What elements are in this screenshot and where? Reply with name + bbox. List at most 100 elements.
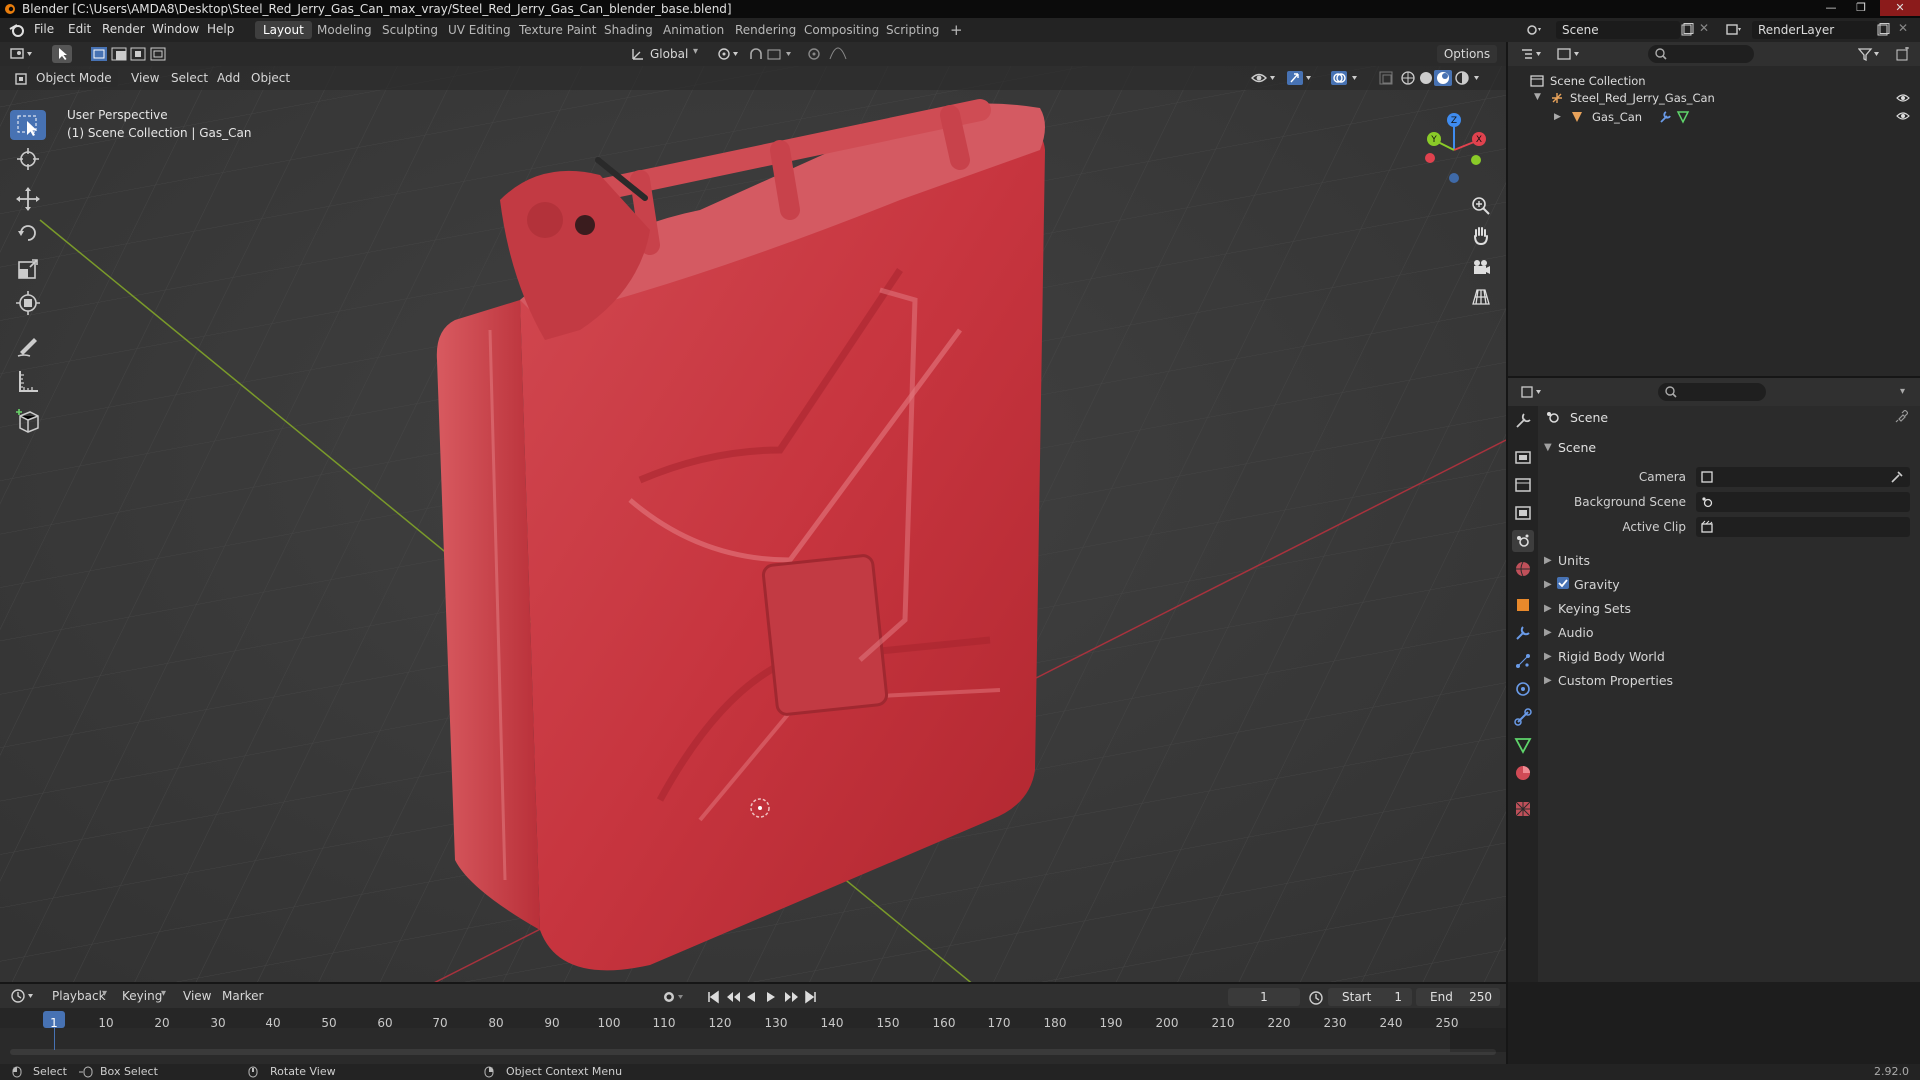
tab-modeling[interactable]: Modeling [309, 21, 380, 39]
collapsed-arrow-icon[interactable]: ▶ [1544, 579, 1552, 590]
timeline-scrollbar[interactable] [10, 1049, 1496, 1055]
remove-scene-icon[interactable]: ✕ [1699, 21, 1709, 35]
scene-section-header[interactable]: Scene [1558, 440, 1596, 455]
scene-name-field[interactable]: Scene [1556, 21, 1680, 39]
menu-object[interactable]: Object [251, 69, 290, 87]
tool-cursor[interactable] [10, 144, 46, 174]
data-tab-icon[interactable] [1512, 734, 1534, 756]
menu-edit[interactable]: Edit [68, 22, 91, 36]
new-view-layer-icon[interactable] [1876, 23, 1890, 37]
panel-rigid-body-world[interactable]: Rigid Body World [1558, 649, 1665, 664]
panel-audio[interactable]: Audio [1558, 625, 1594, 640]
snap-icon[interactable] [748, 46, 798, 62]
physics-tab-icon[interactable] [1512, 678, 1534, 700]
transform-orientation-dropdown[interactable]: Global [650, 45, 688, 63]
menu-playback[interactable]: Playback [52, 987, 106, 1005]
tool-add-cube[interactable] [10, 406, 46, 436]
collapsed-arrow-icon[interactable]: ▶ [1544, 627, 1552, 638]
texture-tab-icon[interactable] [1512, 798, 1534, 820]
pan-hand-icon[interactable] [1470, 225, 1492, 247]
background-scene-field[interactable] [1696, 492, 1910, 512]
collapsed-arrow-icon[interactable]: ▶ [1544, 603, 1552, 614]
particles-tab-icon[interactable] [1512, 650, 1534, 672]
menu-keying[interactable]: Keying [122, 987, 162, 1005]
scene-tab-icon[interactable] [1512, 530, 1534, 552]
tab-animation[interactable]: Animation [655, 21, 732, 39]
menu-render[interactable]: Render [102, 22, 145, 36]
material-tab-icon[interactable] [1512, 762, 1534, 784]
pivot-point-icon[interactable] [716, 46, 742, 62]
filter-icon[interactable] [1858, 47, 1884, 61]
tab-shading[interactable]: Shading [596, 21, 661, 39]
clock-icon[interactable] [1308, 990, 1324, 1006]
tool-tab-icon[interactable] [1512, 410, 1534, 432]
outliner-search-input[interactable] [1648, 45, 1754, 63]
gravity-checkbox[interactable] [1557, 577, 1569, 589]
menu-file[interactable]: File [34, 22, 54, 36]
minimize-button[interactable]: — [1818, 0, 1844, 16]
navigation-gizmo[interactable]: Z X Y [1416, 112, 1486, 191]
close-window-button[interactable]: ✕ [1880, 0, 1920, 16]
panel-custom-properties[interactable]: Custom Properties [1558, 673, 1673, 688]
timeline-editor-type-icon[interactable] [10, 988, 38, 1004]
proportional-editing-icon[interactable] [806, 46, 850, 62]
chevron-down-icon[interactable]: ▾ [1900, 386, 1905, 397]
new-collection-icon[interactable] [1896, 47, 1910, 61]
output-tab-icon[interactable] [1512, 474, 1534, 496]
properties-editor-type-icon[interactable] [1520, 385, 1546, 399]
new-scene-icon[interactable] [1680, 23, 1694, 37]
blender-menu-icon[interactable] [9, 23, 25, 37]
panel-keying-sets[interactable]: Keying Sets [1558, 601, 1631, 616]
panel-gravity[interactable]: Gravity [1574, 577, 1620, 592]
collapsed-arrow-icon[interactable]: ▶ [1544, 675, 1552, 686]
tab-sculpting[interactable]: Sculpting [374, 21, 446, 39]
world-tab-icon[interactable] [1512, 558, 1534, 580]
menu-add[interactable]: Add [217, 69, 240, 87]
menu-help[interactable]: Help [207, 22, 234, 36]
3d-viewport[interactable] [0, 42, 1506, 982]
area-divider-horizontal[interactable] [1508, 376, 1920, 378]
editor-type-icon[interactable] [10, 46, 34, 62]
render-tab-icon[interactable] [1512, 446, 1534, 468]
camera-view-icon[interactable] [1470, 256, 1492, 278]
tool-scale[interactable] [10, 254, 46, 284]
add-workspace-button[interactable]: + [942, 21, 971, 39]
active-clip-field[interactable] [1696, 517, 1910, 537]
expand-arrow-icon[interactable]: ▼ [1544, 442, 1552, 453]
tab-layout[interactable]: Layout [255, 21, 312, 39]
tool-rotate[interactable] [10, 218, 46, 248]
transform-orientation-icon[interactable] [630, 46, 646, 62]
outliner-item-gas-can[interactable]: Gas_Can [1592, 110, 1642, 124]
panel-units[interactable]: Units [1558, 553, 1590, 568]
current-frame-field[interactable]: 1 [1228, 988, 1300, 1006]
modifier-tab-icon[interactable] [1512, 622, 1534, 644]
menu-window[interactable]: Window [152, 22, 199, 36]
tool-measure[interactable] [10, 366, 46, 396]
overlays-icon[interactable] [1330, 70, 1360, 86]
scene-browse-icon[interactable] [1526, 23, 1542, 37]
view-layer-tab-icon[interactable] [1512, 502, 1534, 524]
maximize-button[interactable]: ❐ [1848, 0, 1874, 16]
tab-rendering[interactable]: Rendering [727, 21, 804, 39]
tool-transform[interactable] [10, 288, 46, 318]
playback-controls-icons[interactable] [707, 990, 819, 1004]
outliner-item-steel-red-jerry-gas-can[interactable]: Steel_Red_Jerry_Gas_Can [1570, 91, 1715, 105]
zoom-icon[interactable] [1470, 195, 1492, 217]
select-tool-icon[interactable] [52, 45, 72, 63]
menu-view[interactable]: View [131, 69, 159, 87]
expand-arrow-icon[interactable]: ▼ [1534, 92, 1541, 102]
options-dropdown[interactable]: Options [1437, 45, 1497, 63]
camera-field[interactable] [1696, 467, 1910, 487]
tab-texture-paint[interactable]: Texture Paint [511, 21, 604, 39]
pin-icon[interactable] [1894, 410, 1908, 424]
tool-move[interactable] [10, 184, 46, 214]
remove-view-layer-icon[interactable]: ✕ [1898, 21, 1908, 35]
shading-modes-icon[interactable] [1400, 70, 1492, 86]
tab-scripting[interactable]: Scripting [878, 21, 947, 39]
outliner-editor-type-icon[interactable] [1520, 47, 1546, 61]
start-frame-field[interactable]: Start 1 [1328, 988, 1412, 1006]
view-layer-field[interactable]: RenderLayer [1752, 21, 1878, 39]
orthographic-grid-icon[interactable] [1470, 286, 1492, 308]
view-layer-icon[interactable] [1726, 23, 1742, 37]
timeline-divider[interactable] [0, 982, 1506, 984]
